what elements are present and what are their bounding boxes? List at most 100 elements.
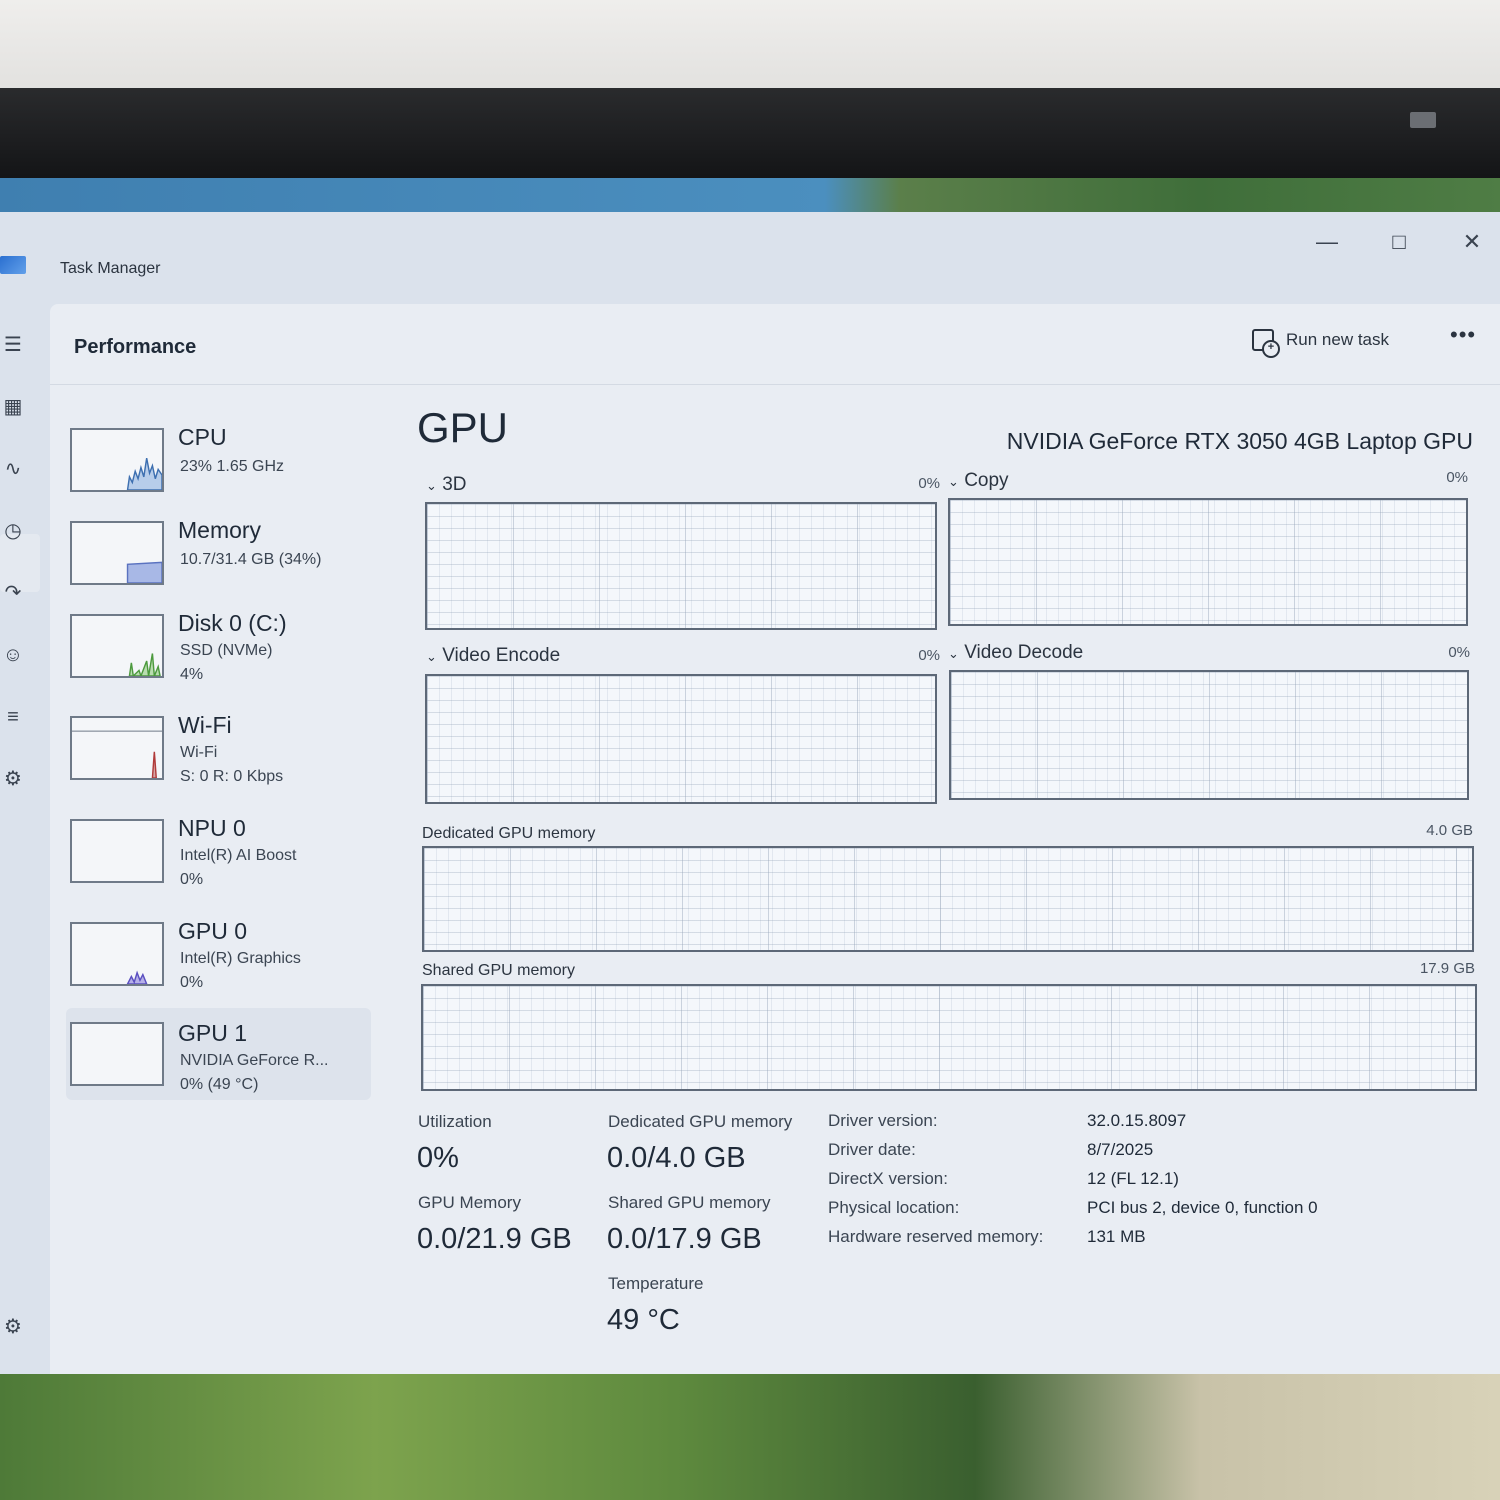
gpu1-usage: 0% (49 °C) — [180, 1076, 259, 1093]
graph-video-decode-max: 0% — [1448, 644, 1470, 661]
graph-shared-memory-label: Shared GPU memory — [422, 962, 575, 979]
graph-3d-max: 0% — [918, 475, 940, 492]
wall-background — [0, 0, 1500, 92]
header-divider — [50, 384, 1500, 385]
temperature-value: 49 °C — [607, 1304, 680, 1336]
shared-memory-label: Shared GPU memory — [608, 1193, 771, 1212]
gpu0-model: Intel(R) Graphics — [180, 950, 301, 967]
cpu-name: CPU — [178, 424, 227, 450]
wifi-throughput: S: 0 R: 0 Kbps — [180, 768, 284, 785]
driver-version-value: 32.0.15.8097 — [1087, 1111, 1187, 1130]
gpu-model-name: NVIDIA GeForce RTX 3050 4GB Laptop GPU — [1006, 428, 1473, 454]
gpu1-model: NVIDIA GeForce R... — [180, 1052, 329, 1069]
graph-dedicated-memory-label: Dedicated GPU memory — [422, 825, 596, 842]
graph-copy-label: Copy — [964, 470, 1009, 491]
window-title: Task Manager — [60, 260, 161, 277]
graph-dedicated-memory — [422, 846, 1474, 952]
graph-video-decode-label: Video Decode — [964, 642, 1084, 663]
monitor-bezel — [0, 88, 1500, 188]
run-new-task-label: Run new task — [1286, 330, 1389, 349]
sidebar-item-memory[interactable]: Memory 10.7/31.4 GB (34%) — [66, 511, 371, 603]
sidebar-item-npu[interactable]: NPU 0 Intel(R) AI Boost 0% — [66, 809, 371, 901]
maximize-button[interactable]: □ — [1374, 222, 1424, 262]
more-options-button[interactable]: ••• — [1450, 322, 1476, 348]
npu-model: Intel(R) AI Boost — [180, 847, 297, 864]
chevron-down-icon: ⌄ — [426, 649, 437, 664]
graph-video-decode-selector[interactable]: ⌄ Video Decode — [948, 642, 1083, 664]
run-new-task-button[interactable]: Run new task — [1252, 320, 1389, 360]
wifi-adapter: Wi-Fi — [180, 744, 218, 761]
graph-3d — [425, 502, 937, 630]
gpu-memory-label: GPU Memory — [418, 1193, 521, 1212]
chevron-down-icon: ⌄ — [948, 646, 959, 661]
dedicated-memory-value: 0.0/4.0 GB — [607, 1142, 746, 1174]
sidebar-item-wifi[interactable]: Wi-Fi Wi-Fi S: 0 R: 0 Kbps — [66, 706, 371, 798]
disk-thumbnail — [70, 614, 164, 678]
physical-location-value: PCI bus 2, device 0, function 0 — [1087, 1198, 1318, 1217]
graph-copy-max: 0% — [1446, 469, 1468, 486]
sidebar-item-gpu1[interactable]: GPU 1 NVIDIA GeForce R... 0% (49 °C) — [66, 1008, 371, 1100]
gpu1-thumbnail — [70, 1022, 164, 1086]
task-manager-icon — [0, 256, 26, 274]
shared-memory-value: 0.0/17.9 GB — [607, 1223, 762, 1255]
sidebar-item-disk[interactable]: Disk 0 (C:) SSD (NVMe) 4% — [66, 604, 371, 696]
performance-icon[interactable]: ∿ — [0, 456, 26, 482]
settings-icon[interactable]: ⚙ — [0, 1314, 26, 1340]
graph-copy-selector[interactable]: ⌄ Copy — [948, 470, 1009, 492]
performance-page: Performance Run new task ••• CPU 23% 1.6… — [50, 304, 1500, 1374]
gpu1-name: GPU 1 — [178, 1020, 248, 1046]
npu-thumbnail — [70, 819, 164, 883]
cpu-detail: 23% 1.65 GHz — [180, 458, 285, 475]
details-icon[interactable]: ≡ — [0, 704, 26, 730]
graph-shared-memory — [421, 984, 1477, 1091]
gpu0-usage: 0% — [180, 974, 204, 991]
disk-usage: 4% — [180, 666, 204, 683]
wifi-thumbnail — [70, 716, 164, 780]
npu-usage: 0% — [180, 871, 204, 888]
graph-video-encode-max: 0% — [918, 647, 940, 664]
reserved-memory-label: Hardware reserved memory: — [828, 1227, 1044, 1246]
graph-3d-selector[interactable]: ⌄ 3D — [426, 474, 466, 496]
graph-copy — [948, 498, 1468, 626]
graph-3d-label: 3D — [442, 474, 467, 495]
gpu0-name: GPU 0 — [178, 918, 248, 944]
graph-dedicated-memory-max: 4.0 GB — [1426, 822, 1473, 839]
gpu-heading: GPU — [417, 404, 509, 451]
hamburger-icon[interactable]: ☰ — [0, 332, 26, 358]
app-history-icon[interactable]: ◷ — [0, 518, 26, 544]
startup-icon[interactable]: ↷ — [0, 580, 26, 606]
sidebar-item-gpu0[interactable]: GPU 0 Intel(R) Graphics 0% — [66, 912, 371, 1004]
run-task-icon — [1252, 329, 1280, 358]
memory-thumbnail — [70, 521, 164, 585]
utilization-value: 0% — [417, 1142, 459, 1174]
sidebar-item-cpu[interactable]: CPU 23% 1.65 GHz — [66, 418, 371, 510]
gpu0-thumbnail — [70, 922, 164, 986]
users-icon[interactable]: ☺ — [0, 642, 26, 668]
processes-icon[interactable]: ▦ — [0, 394, 26, 420]
page-title: Performance — [74, 336, 197, 358]
cpu-thumbnail — [70, 428, 164, 492]
disk-type: SSD (NVMe) — [180, 642, 273, 659]
gpu-memory-value: 0.0/21.9 GB — [417, 1223, 572, 1255]
nav-rail: ☰ ▦ ∿ ◷ ↷ ☺ ≡ ⚙ ⚙ — [0, 304, 42, 1374]
minimize-button[interactable]: — — [1302, 222, 1352, 262]
graph-shared-memory-max: 17.9 GB — [1419, 960, 1475, 977]
services-icon[interactable]: ⚙ — [0, 766, 26, 792]
graph-video-encode-label: Video Encode — [442, 645, 561, 666]
task-manager-window: Task Manager — □ ✕ ☰ ▦ ∿ ◷ ↷ ☺ ≡ ⚙ ⚙ Per… — [0, 212, 1500, 1374]
graph-video-encode — [425, 674, 937, 804]
chevron-down-icon: ⌄ — [426, 478, 437, 493]
directx-version-label: DirectX version: — [828, 1169, 948, 1188]
title-bar: Task Manager — □ ✕ — [0, 212, 1500, 304]
temperature-label: Temperature — [608, 1274, 704, 1293]
directx-version-value: 12 (FL 12.1) — [1087, 1169, 1179, 1188]
close-button[interactable]: ✕ — [1447, 222, 1497, 262]
dedicated-memory-label: Dedicated GPU memory — [608, 1112, 793, 1131]
graph-video-encode-selector[interactable]: ⌄ Video Encode — [426, 645, 560, 667]
graph-video-decode — [949, 670, 1469, 800]
memory-name: Memory — [178, 517, 262, 543]
physical-location-label: Physical location: — [828, 1198, 960, 1217]
chevron-down-icon: ⌄ — [948, 474, 959, 489]
memory-detail: 10.7/31.4 GB (34%) — [180, 551, 322, 568]
wifi-name: Wi-Fi — [178, 712, 232, 738]
